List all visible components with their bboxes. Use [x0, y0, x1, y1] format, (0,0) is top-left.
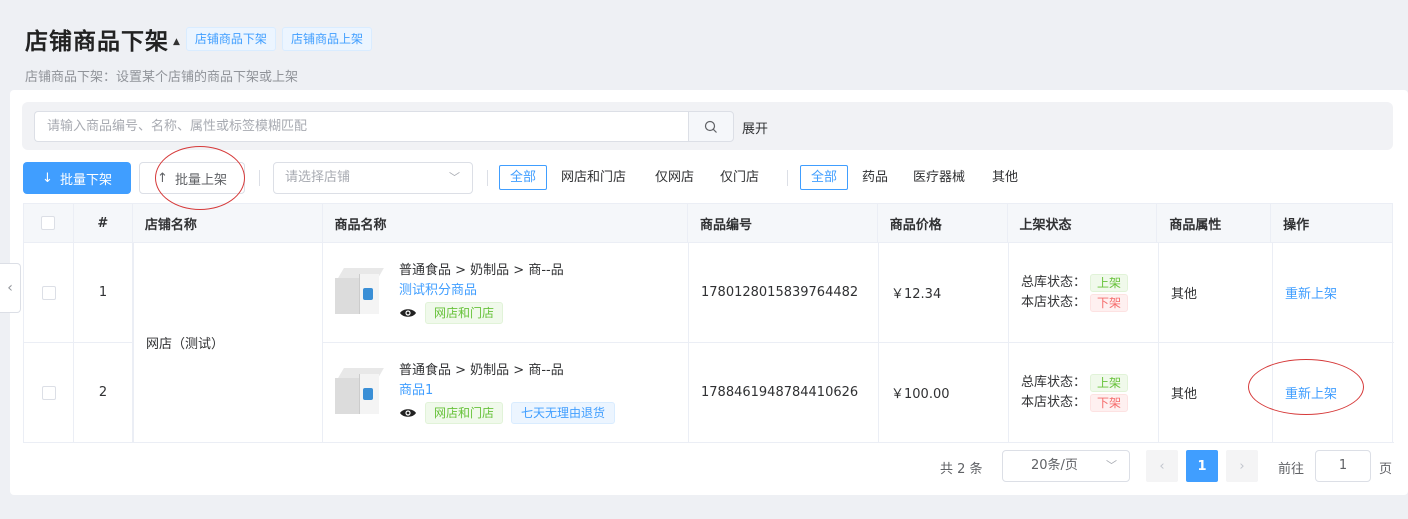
column-header-shelf-status: 上架状态 [1008, 204, 1158, 242]
product-code: 1780128015839764482 [689, 243, 879, 342]
channel-filter-online-only[interactable]: 仅网店 [655, 165, 694, 190]
hq-status-label: 总库状态： [1021, 374, 1087, 390]
category-filter-medical-devices[interactable]: 医疗器械 [913, 165, 965, 190]
column-header-product-code: 商品编号 [688, 204, 878, 242]
product-category-path: 普通食品 > 奶制品 > 商--品 [399, 363, 564, 378]
select-all-cell [24, 204, 74, 242]
product-category-path: 普通食品 > 奶制品 > 商--品 [399, 263, 564, 278]
table-body: 网店（测试） 1 普通食品 > 奶制品 > 商--品 测试积分商品 网店和门店 … [24, 243, 1394, 443]
channel-filter-store-only[interactable]: 仅门店 [720, 165, 759, 190]
channel-filter-all[interactable]: 全部 [499, 165, 548, 190]
total-count: 共 2 条 [940, 462, 983, 477]
prev-page-button[interactable]: ‹ [1146, 450, 1178, 482]
page-header: 店铺商品下架 ▲ 店铺商品下架 店铺商品上架 店铺商品下架：设置某个店铺的商品下… [0, 0, 1408, 90]
arrow-down-icon: ↓ [42, 170, 53, 186]
tab-store-product-off[interactable]: 店铺商品下架 [185, 27, 276, 51]
product-price: ￥12.34 [879, 243, 1009, 342]
search-button[interactable] [688, 111, 734, 142]
page-number-current[interactable]: 1 [1186, 450, 1218, 482]
search-bar: 展开 [22, 102, 1393, 150]
select-all-checkbox[interactable] [41, 216, 56, 230]
annotation-circle [1248, 359, 1364, 415]
store-name-cell: 网店（测试） [133, 243, 323, 443]
relist-button[interactable]: 重新上架 [1285, 283, 1337, 302]
chevron-down-icon: ﹀ [1106, 459, 1117, 472]
pagination: 共 2 条 20条/页 ﹀ ‹ 1 › 前往 1 页 [10, 450, 1408, 482]
row-index: 1 [74, 243, 133, 342]
channel-tag: 网店和门店 [425, 402, 504, 424]
product-name-link[interactable]: 测试积分商品 [399, 281, 564, 301]
store-status-badge: 下架 [1090, 393, 1129, 412]
channel-filter-online-and-store[interactable]: 网店和门店 [561, 165, 626, 190]
row-checkbox[interactable] [41, 385, 56, 400]
channel-tag: 网店和门店 [425, 302, 504, 324]
page-size-select[interactable]: 20条/页 ﹀ [1002, 450, 1130, 482]
expand-filters-link[interactable]: 展开 [742, 118, 768, 137]
category-filter-other[interactable]: 其他 [992, 165, 1018, 190]
category-filter-drugs[interactable]: 药品 [862, 165, 888, 190]
column-header-attribute: 商品属性 [1157, 204, 1272, 242]
column-header-price: 商品价格 [878, 204, 1008, 242]
caret-up-icon[interactable]: ▲ [173, 37, 180, 47]
store-status-label: 本店状态： [1021, 294, 1087, 310]
row-index: 2 [74, 343, 133, 442]
page-title: 店铺商品下架 [25, 29, 169, 55]
category-filter-all[interactable]: 全部 [800, 165, 849, 190]
table-header: # 店铺名称 商品名称 商品编号 商品价格 上架状态 商品属性 操作 [24, 204, 1392, 243]
chevron-down-icon: ﹀ [449, 171, 460, 184]
chevron-left-icon: ‹ [1159, 458, 1165, 474]
search-input[interactable] [34, 111, 690, 142]
hq-status-badge: 上架 [1090, 273, 1129, 292]
chevron-right-icon: › [1239, 458, 1245, 474]
product-image[interactable] [335, 266, 385, 320]
divider [787, 170, 788, 186]
hq-status-label: 总库状态： [1021, 274, 1087, 290]
chevron-left-icon: ‹ [7, 280, 13, 296]
store-status-badge: 下架 [1090, 293, 1129, 312]
eye-icon[interactable] [399, 407, 417, 419]
column-header-product-name: 商品名称 [323, 204, 688, 242]
product-price: ￥100.00 [879, 343, 1009, 442]
search-icon [704, 120, 717, 133]
column-header-index: # [74, 204, 133, 242]
batch-off-shelf-button[interactable]: ↓ 批量下架 [23, 162, 131, 194]
column-header-store: 店铺名称 [133, 204, 323, 242]
row-checkbox[interactable] [41, 285, 56, 300]
sidebar-toggle[interactable]: ‹ [0, 263, 21, 313]
goto-label: 前往 [1278, 462, 1305, 477]
column-header-actions: 操作 [1283, 217, 1310, 233]
store-status-label: 本店状态： [1021, 394, 1087, 410]
product-code: 1788461948784410626 [689, 343, 879, 442]
product-attribute: 其他 [1159, 243, 1273, 342]
tab-store-product-on[interactable]: 店铺商品上架 [281, 27, 372, 51]
product-image[interactable] [335, 366, 385, 420]
next-page-button[interactable]: › [1226, 450, 1258, 482]
eye-icon[interactable] [399, 307, 417, 319]
return-policy-tag: 七天无理由退货 [511, 402, 616, 424]
product-name-link[interactable]: 商品1 [399, 381, 615, 401]
product-table: # 店铺名称 商品名称 商品编号 商品价格 上架状态 商品属性 操作 网店（测试… [23, 203, 1394, 443]
divider [487, 170, 488, 186]
annotation-circle [155, 146, 245, 210]
page-subtitle: 店铺商品下架：设置某个店铺的商品下架或上架 [25, 70, 299, 85]
divider [259, 170, 260, 186]
store-select[interactable]: 请选择店铺 ﹀ [273, 162, 473, 194]
goto-page-input[interactable]: 1 [1315, 450, 1371, 482]
goto-suffix: 页 [1379, 462, 1393, 477]
hq-status-badge: 上架 [1090, 373, 1129, 392]
